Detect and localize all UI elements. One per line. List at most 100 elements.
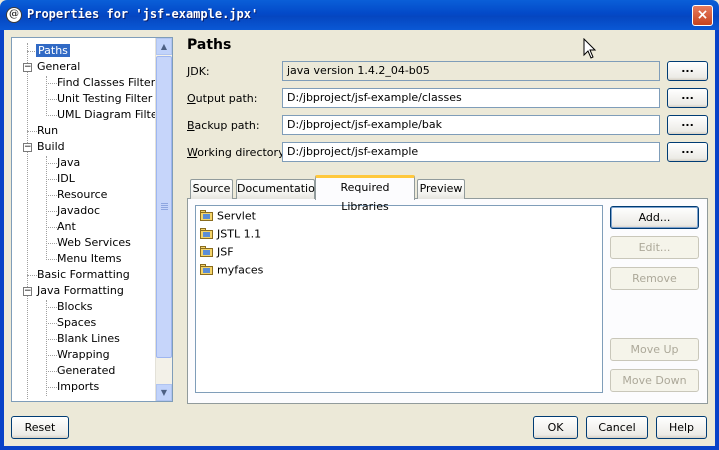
tree-item-label: Basic Formatting (37, 268, 130, 281)
scroll-up-icon[interactable]: ▲ (156, 38, 172, 55)
tree-item-label: Find Classes Filter (57, 76, 156, 89)
tree-item-label: UML Diagram Filter (57, 108, 163, 121)
ok-button[interactable]: OK (533, 416, 578, 439)
tree-item-label: Javadoc (57, 204, 100, 217)
tree-item-build[interactable]: Build (37, 139, 65, 155)
cancel-button[interactable]: Cancel (586, 416, 648, 439)
list-item[interactable]: JSTL 1.1 (200, 225, 261, 242)
tree-item-label: IDL (57, 172, 75, 185)
tree-item-label: Run (37, 124, 59, 137)
tree-item-generated[interactable]: Generated (57, 363, 115, 379)
window-title: Properties for 'jsf-example.jpx' (27, 7, 259, 21)
working-directory-field[interactable]: D:/jbproject/jsf-example (282, 142, 660, 162)
tree-item-label: Resource (57, 188, 108, 201)
move-up-button[interactable]: Move Up (610, 338, 699, 361)
tree-item-basic-formatting[interactable]: Basic Formatting (37, 267, 130, 283)
tree-connector (46, 115, 57, 116)
tree-item-java-formatting[interactable]: Java Formatting (37, 283, 124, 299)
working-directory-browse-button[interactable]: ... (667, 142, 708, 162)
libraries-list[interactable]: Servlet JSTL 1.1 JSF myfaces (195, 205, 603, 393)
collapse-general-icon[interactable]: − (23, 63, 32, 72)
tree-item-find-classes-filter[interactable]: Find Classes Filter (57, 75, 155, 91)
jdk-field: java version 1.4.2_04-b05 (282, 61, 660, 81)
tree-item-general[interactable]: General (37, 59, 80, 75)
tree-item-spaces[interactable]: Spaces (57, 315, 96, 331)
tree-item-blocks[interactable]: Blocks (57, 299, 92, 315)
thumb-grip (161, 209, 168, 210)
settings-tree[interactable]: − − − Paths General Find Classes Filter … (11, 37, 173, 402)
tab-documentation[interactable]: Documentation (236, 179, 322, 199)
tree-item-label: Paths (36, 44, 70, 57)
list-item[interactable]: Servlet (200, 207, 256, 224)
close-button[interactable]: × (692, 5, 713, 26)
tab-required-libraries[interactable]: Required Libraries (315, 175, 415, 213)
output-path-label: Output path: (187, 92, 257, 105)
tree-item-javadoc[interactable]: Javadoc (57, 203, 100, 219)
tree-item-unit-testing-filter[interactable]: Unit Testing Filter (57, 91, 152, 107)
edit-library-button[interactable]: Edit... (610, 236, 699, 259)
tree-item-idl[interactable]: IDL (57, 171, 75, 187)
tree-connector (46, 387, 57, 388)
tree-item-label: Wrapping (57, 348, 110, 361)
tree-connector (27, 275, 37, 276)
jdk-label: JDK: (187, 65, 210, 78)
scroll-down-icon[interactable]: ▼ (156, 384, 172, 401)
tree-item-label: Spaces (57, 316, 97, 329)
backup-path-label: Backup path: (187, 119, 260, 132)
tree-item-imports[interactable]: Imports (57, 379, 99, 395)
library-icon (200, 263, 213, 275)
tree-connector (46, 179, 57, 180)
tree-connector (46, 259, 57, 260)
list-item[interactable]: myfaces (200, 261, 263, 278)
tree-item-label: Imports (57, 380, 100, 393)
tree-item-ant[interactable]: Ant (57, 219, 76, 235)
tree-item-wrapping[interactable]: Wrapping (57, 347, 110, 363)
reset-button[interactable]: Reset (11, 416, 69, 439)
scroll-thumb[interactable] (156, 56, 172, 358)
backup-label-mnemonic: B (187, 119, 195, 132)
list-item[interactable]: JSF (200, 243, 234, 260)
tree-item-resource[interactable]: Resource (57, 187, 107, 203)
tree-item-blank-lines[interactable]: Blank Lines (57, 331, 120, 347)
window-frame-right (715, 30, 719, 450)
title-bar[interactable]: @ Properties for 'jsf-example.jpx' × (0, 0, 719, 30)
tree-scrollbar[interactable]: ▲ ▼ (155, 38, 172, 401)
tree-item-run[interactable]: Run (37, 123, 58, 139)
tree-connector (46, 211, 57, 212)
collapse-build-icon[interactable]: − (23, 143, 32, 152)
tree-item-menu-items[interactable]: Menu Items (57, 251, 121, 267)
tree-connector (46, 243, 57, 244)
output-path-field[interactable]: D:/jbproject/jsf-example/classes (282, 88, 660, 108)
collapse-java-formatting-icon[interactable]: − (23, 287, 32, 296)
window-frame-left (0, 30, 4, 450)
tree-item-web-services[interactable]: Web Services (57, 235, 131, 251)
tab-source[interactable]: Source (190, 179, 233, 199)
tree-item-label: Web Services (57, 236, 131, 249)
tree-item-label: Unit Testing Filter (57, 92, 153, 105)
library-label: JSF (217, 245, 234, 259)
tree-item-label: General (37, 60, 81, 73)
move-down-button[interactable]: Move Down (610, 369, 699, 392)
tree-connector (46, 323, 57, 324)
output-label-text: utput path: (195, 92, 258, 105)
library-label: JSTL 1.1 (217, 227, 262, 241)
tree-item-uml-diagram-filter[interactable]: UML Diagram Filter (57, 107, 162, 123)
backup-path-field[interactable]: D:/jbproject/jsf-example/bak (282, 115, 660, 135)
tree-item-java[interactable]: Java (57, 155, 80, 171)
tree-connector (46, 355, 57, 356)
tree-connector (46, 99, 57, 100)
add-library-button[interactable]: Add... (610, 206, 699, 229)
backup-path-browse-button[interactable]: ... (667, 115, 708, 135)
output-path-browse-button[interactable]: ... (667, 88, 708, 108)
tree-item-label: Java Formatting (37, 284, 124, 297)
close-icon: × (696, 7, 709, 23)
page-title: Paths (187, 37, 232, 53)
help-button[interactable]: Help (656, 416, 707, 439)
remove-library-button[interactable]: Remove (610, 267, 699, 290)
tree-connector (27, 131, 37, 132)
tab-preview[interactable]: Preview (417, 179, 465, 199)
tree-item-paths[interactable]: Paths (36, 43, 70, 59)
thumb-grip (161, 203, 168, 204)
library-icon (200, 209, 213, 221)
jdk-browse-button[interactable]: ... (667, 61, 708, 81)
